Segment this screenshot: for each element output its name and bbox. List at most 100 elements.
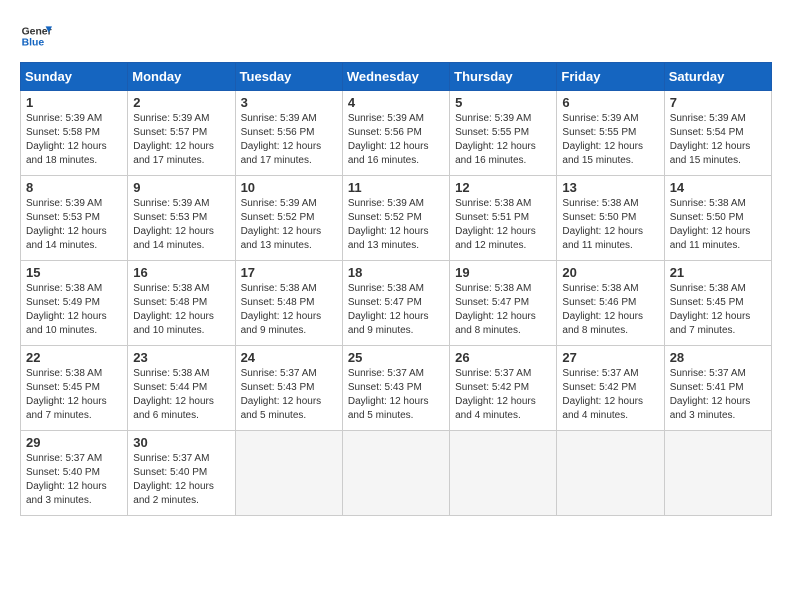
- day-cell-17: 17 Sunrise: 5:38 AM Sunset: 5:48 PM Dayli…: [235, 261, 342, 346]
- day-number: 6: [562, 95, 658, 110]
- day-cell-21: 21 Sunrise: 5:38 AM Sunset: 5:45 PM Dayli…: [664, 261, 771, 346]
- day-cell-29: 29 Sunrise: 5:37 AM Sunset: 5:40 PM Dayli…: [21, 431, 128, 516]
- day-cell-empty: [450, 431, 557, 516]
- day-cell-20: 20 Sunrise: 5:38 AM Sunset: 5:46 PM Dayli…: [557, 261, 664, 346]
- day-header-saturday: Saturday: [664, 63, 771, 91]
- day-info: Sunrise: 5:37 AM Sunset: 5:40 PM Dayligh…: [133, 452, 229, 508]
- week-row-5: 29 Sunrise: 5:37 AM Sunset: 5:40 PM Dayli…: [21, 431, 772, 516]
- day-number: 25: [348, 350, 444, 365]
- day-number: 2: [133, 95, 229, 110]
- day-info: Sunrise: 5:38 AM Sunset: 5:48 PM Dayligh…: [241, 282, 337, 338]
- day-number: 8: [26, 180, 122, 195]
- day-info: Sunrise: 5:39 AM Sunset: 5:55 PM Dayligh…: [455, 112, 551, 168]
- day-number: 5: [455, 95, 551, 110]
- day-header-wednesday: Wednesday: [342, 63, 449, 91]
- day-cell-28: 28 Sunrise: 5:37 AM Sunset: 5:41 PM Dayli…: [664, 346, 771, 431]
- day-cell-3: 3 Sunrise: 5:39 AM Sunset: 5:56 PM Daylig…: [235, 91, 342, 176]
- svg-text:Blue: Blue: [22, 38, 45, 49]
- day-info: Sunrise: 5:38 AM Sunset: 5:44 PM Dayligh…: [133, 367, 229, 423]
- day-cell-26: 26Sunrise: 5:37 AM Sunset: 5:42 PM Dayli…: [450, 346, 557, 431]
- day-info: Sunrise: 5:39 AM Sunset: 5:52 PM Dayligh…: [348, 197, 444, 253]
- day-number: 26: [455, 350, 551, 365]
- day-info: Sunrise: 5:39 AM Sunset: 5:57 PM Dayligh…: [133, 112, 229, 168]
- logo: General Blue: [20, 20, 52, 52]
- day-info: Sunrise: 5:37 AM Sunset: 5:43 PM Dayligh…: [241, 367, 337, 423]
- day-number: 3: [241, 95, 337, 110]
- day-info: Sunrise: 5:39 AM Sunset: 5:58 PM Dayligh…: [26, 112, 122, 168]
- day-number: 20: [562, 265, 658, 280]
- day-number: 21: [670, 265, 766, 280]
- day-number: 4: [348, 95, 444, 110]
- day-cell-25: 25 Sunrise: 5:37 AM Sunset: 5:43 PM Dayli…: [342, 346, 449, 431]
- day-info: Sunrise: 5:38 AM Sunset: 5:49 PM Dayligh…: [26, 282, 122, 338]
- day-number: 23: [133, 350, 229, 365]
- day-info: Sunrise: 5:39 AM Sunset: 5:52 PM Dayligh…: [241, 197, 337, 253]
- day-cell-empty: [235, 431, 342, 516]
- day-number: 14: [670, 180, 766, 195]
- day-header-friday: Friday: [557, 63, 664, 91]
- day-info: Sunrise: 5:38 AM Sunset: 5:47 PM Dayligh…: [455, 282, 551, 338]
- day-info: Sunrise: 5:38 AM Sunset: 5:47 PM Dayligh…: [348, 282, 444, 338]
- day-number: 13: [562, 180, 658, 195]
- day-number: 9: [133, 180, 229, 195]
- day-cell-19: 19 Sunrise: 5:38 AM Sunset: 5:47 PM Dayli…: [450, 261, 557, 346]
- day-cell-4: 4 Sunrise: 5:39 AM Sunset: 5:56 PM Daylig…: [342, 91, 449, 176]
- day-info: Sunrise: 5:37 AM Sunset: 5:41 PM Dayligh…: [670, 367, 766, 423]
- day-cell-16: 16 Sunrise: 5:38 AM Sunset: 5:48 PM Dayli…: [128, 261, 235, 346]
- day-info: Sunrise: 5:39 AM Sunset: 5:54 PM Dayligh…: [670, 112, 766, 168]
- day-info: Sunrise: 5:39 AM Sunset: 5:56 PM Dayligh…: [348, 112, 444, 168]
- day-cell-empty: [342, 431, 449, 516]
- week-row-4: 22 Sunrise: 5:38 AM Sunset: 5:45 PM Dayli…: [21, 346, 772, 431]
- day-cell-27: 27 Sunrise: 5:37 AM Sunset: 5:42 PM Dayli…: [557, 346, 664, 431]
- day-cell-8: 8 Sunrise: 5:39 AM Sunset: 5:53 PM Daylig…: [21, 176, 128, 261]
- week-row-3: 15 Sunrise: 5:38 AM Sunset: 5:49 PM Dayli…: [21, 261, 772, 346]
- day-number: 11: [348, 180, 444, 195]
- day-info: Sunrise: 5:38 AM Sunset: 5:50 PM Dayligh…: [670, 197, 766, 253]
- day-cell-10: 10Sunrise: 5:39 AM Sunset: 5:52 PM Dayli…: [235, 176, 342, 261]
- day-info: Sunrise: 5:39 AM Sunset: 5:53 PM Dayligh…: [26, 197, 122, 253]
- day-cell-18: 18Sunrise: 5:38 AM Sunset: 5:47 PM Dayli…: [342, 261, 449, 346]
- day-number: 28: [670, 350, 766, 365]
- week-row-2: 8 Sunrise: 5:39 AM Sunset: 5:53 PM Daylig…: [21, 176, 772, 261]
- calendar-table: SundayMondayTuesdayWednesdayThursdayFrid…: [20, 62, 772, 516]
- day-number: 22: [26, 350, 122, 365]
- day-info: Sunrise: 5:38 AM Sunset: 5:45 PM Dayligh…: [26, 367, 122, 423]
- day-number: 7: [670, 95, 766, 110]
- day-header-tuesday: Tuesday: [235, 63, 342, 91]
- day-number: 29: [26, 435, 122, 450]
- day-number: 30: [133, 435, 229, 450]
- day-cell-13: 13Sunrise: 5:38 AM Sunset: 5:50 PM Dayli…: [557, 176, 664, 261]
- calendar-header-row: SundayMondayTuesdayWednesdayThursdayFrid…: [21, 63, 772, 91]
- day-cell-6: 6 Sunrise: 5:39 AM Sunset: 5:55 PM Daylig…: [557, 91, 664, 176]
- day-number: 15: [26, 265, 122, 280]
- logo-icon: General Blue: [20, 20, 52, 52]
- day-cell-empty: [557, 431, 664, 516]
- day-info: Sunrise: 5:38 AM Sunset: 5:45 PM Dayligh…: [670, 282, 766, 338]
- day-info: Sunrise: 5:39 AM Sunset: 5:56 PM Dayligh…: [241, 112, 337, 168]
- day-number: 27: [562, 350, 658, 365]
- day-cell-2: 2 Sunrise: 5:39 AM Sunset: 5:57 PM Daylig…: [128, 91, 235, 176]
- day-cell-23: 23 Sunrise: 5:38 AM Sunset: 5:44 PM Dayli…: [128, 346, 235, 431]
- day-number: 17: [241, 265, 337, 280]
- day-info: Sunrise: 5:38 AM Sunset: 5:46 PM Dayligh…: [562, 282, 658, 338]
- day-number: 16: [133, 265, 229, 280]
- day-number: 24: [241, 350, 337, 365]
- day-info: Sunrise: 5:37 AM Sunset: 5:43 PM Dayligh…: [348, 367, 444, 423]
- week-row-1: 1Sunrise: 5:39 AM Sunset: 5:58 PM Daylig…: [21, 91, 772, 176]
- day-info: Sunrise: 5:39 AM Sunset: 5:55 PM Dayligh…: [562, 112, 658, 168]
- day-cell-24: 24 Sunrise: 5:37 AM Sunset: 5:43 PM Dayli…: [235, 346, 342, 431]
- day-info: Sunrise: 5:37 AM Sunset: 5:40 PM Dayligh…: [26, 452, 122, 508]
- day-cell-empty: [664, 431, 771, 516]
- day-header-thursday: Thursday: [450, 63, 557, 91]
- day-cell-15: 15 Sunrise: 5:38 AM Sunset: 5:49 PM Dayli…: [21, 261, 128, 346]
- day-cell-9: 9 Sunrise: 5:39 AM Sunset: 5:53 PM Daylig…: [128, 176, 235, 261]
- day-number: 12: [455, 180, 551, 195]
- day-cell-12: 12Sunrise: 5:38 AM Sunset: 5:51 PM Dayli…: [450, 176, 557, 261]
- day-header-monday: Monday: [128, 63, 235, 91]
- page-header: General Blue: [20, 20, 772, 52]
- day-info: Sunrise: 5:37 AM Sunset: 5:42 PM Dayligh…: [562, 367, 658, 423]
- day-number: 19: [455, 265, 551, 280]
- day-info: Sunrise: 5:38 AM Sunset: 5:48 PM Dayligh…: [133, 282, 229, 338]
- day-cell-14: 14 Sunrise: 5:38 AM Sunset: 5:50 PM Dayli…: [664, 176, 771, 261]
- day-info: Sunrise: 5:39 AM Sunset: 5:53 PM Dayligh…: [133, 197, 229, 253]
